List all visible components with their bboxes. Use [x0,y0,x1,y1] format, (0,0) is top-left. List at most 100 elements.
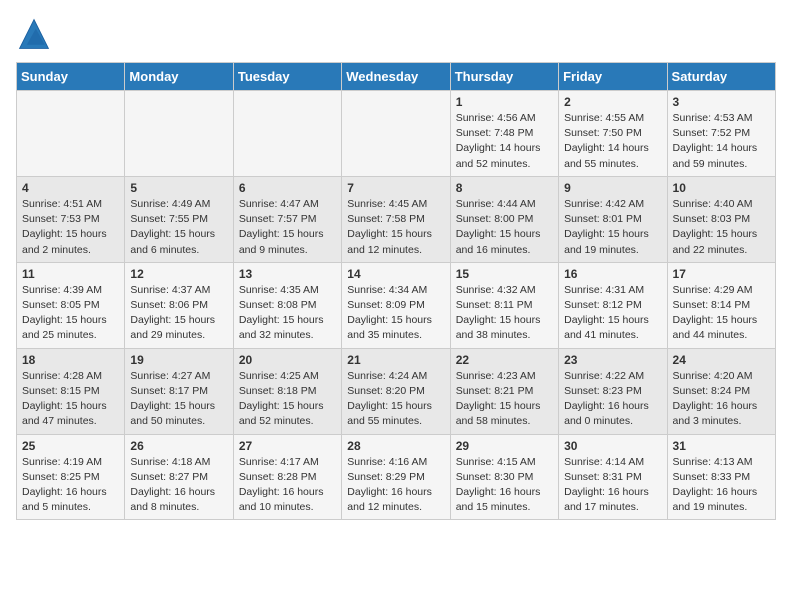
day-info: Sunrise: 4:27 AM Sunset: 8:17 PM Dayligh… [130,369,227,430]
calendar-cell: 22 Sunrise: 4:23 AM Sunset: 8:21 PM Dayli… [450,348,558,434]
logo [16,16,56,52]
calendar-cell: 21Sunrise: 4:24 AM Sunset: 8:20 PM Dayli… [342,348,450,434]
calendar-week-row: 4 Sunrise: 4:51 AM Sunset: 7:53 PM Daylig… [17,176,776,262]
day-info: Sunrise: 4:44 AM Sunset: 8:00 PM Dayligh… [456,197,553,258]
calendar-cell: 19 Sunrise: 4:27 AM Sunset: 8:17 PM Dayli… [125,348,233,434]
day-number: 17 [673,267,770,281]
day-number: 15 [456,267,553,281]
day-info: Sunrise: 4:19 AM Sunset: 8:25 PM Dayligh… [22,455,119,516]
day-info: Sunrise: 4:51 AM Sunset: 7:53 PM Dayligh… [22,197,119,258]
day-info: Sunrise: 4:45 AM Sunset: 7:58 PM Dayligh… [347,197,444,258]
calendar-cell [233,91,341,177]
calendar-cell: 4 Sunrise: 4:51 AM Sunset: 7:53 PM Daylig… [17,176,125,262]
day-info: Sunrise: 4:37 AM Sunset: 8:06 PM Dayligh… [130,283,227,344]
day-number: 10 [673,181,770,195]
calendar-cell: 9Sunrise: 4:42 AM Sunset: 8:01 PM Daylig… [559,176,667,262]
logo-icon [16,16,52,52]
day-header-sunday: Sunday [17,63,125,91]
day-info: Sunrise: 4:15 AM Sunset: 8:30 PM Dayligh… [456,455,553,516]
calendar-week-row: 1Sunrise: 4:56 AM Sunset: 7:48 PM Daylig… [17,91,776,177]
calendar-cell: 26 Sunrise: 4:18 AM Sunset: 8:27 PM Dayli… [125,434,233,520]
day-header-tuesday: Tuesday [233,63,341,91]
day-info: Sunrise: 4:56 AM Sunset: 7:48 PM Dayligh… [456,111,553,172]
day-info: Sunrise: 4:35 AM Sunset: 8:08 PM Dayligh… [239,283,336,344]
day-info: Sunrise: 4:14 AM Sunset: 8:31 PM Dayligh… [564,455,661,516]
day-number: 13 [239,267,336,281]
calendar-cell [342,91,450,177]
day-number: 22 [456,353,553,367]
day-number: 5 [130,181,227,195]
day-number: 14 [347,267,444,281]
calendar-cell: 10 Sunrise: 4:40 AM Sunset: 8:03 PM Dayli… [667,176,775,262]
day-number: 8 [456,181,553,195]
day-info: Sunrise: 4:47 AM Sunset: 7:57 PM Dayligh… [239,197,336,258]
day-info: Sunrise: 4:13 AM Sunset: 8:33 PM Dayligh… [673,455,770,516]
calendar-cell: 20Sunrise: 4:25 AM Sunset: 8:18 PM Dayli… [233,348,341,434]
calendar-cell: 23 Sunrise: 4:22 AM Sunset: 8:23 PM Dayli… [559,348,667,434]
day-number: 29 [456,439,553,453]
day-number: 25 [22,439,119,453]
day-info: Sunrise: 4:49 AM Sunset: 7:55 PM Dayligh… [130,197,227,258]
calendar-week-row: 11 Sunrise: 4:39 AM Sunset: 8:05 PM Dayli… [17,262,776,348]
day-header-thursday: Thursday [450,63,558,91]
calendar-cell: 27 Sunrise: 4:17 AM Sunset: 8:28 PM Dayli… [233,434,341,520]
calendar-cell: 17 Sunrise: 4:29 AM Sunset: 8:14 PM Dayli… [667,262,775,348]
calendar-table: SundayMondayTuesdayWednesdayThursdayFrid… [16,62,776,520]
calendar-cell: 30 Sunrise: 4:14 AM Sunset: 8:31 PM Dayli… [559,434,667,520]
calendar-cell: 15Sunrise: 4:32 AM Sunset: 8:11 PM Dayli… [450,262,558,348]
calendar-cell: 8 Sunrise: 4:44 AM Sunset: 8:00 PM Daylig… [450,176,558,262]
calendar-cell: 7 Sunrise: 4:45 AM Sunset: 7:58 PM Daylig… [342,176,450,262]
day-info: Sunrise: 4:29 AM Sunset: 8:14 PM Dayligh… [673,283,770,344]
day-number: 26 [130,439,227,453]
calendar-cell: 2 Sunrise: 4:55 AM Sunset: 7:50 PM Daylig… [559,91,667,177]
calendar-cell: 25 Sunrise: 4:19 AM Sunset: 8:25 PM Dayli… [17,434,125,520]
calendar-cell [17,91,125,177]
day-number: 4 [22,181,119,195]
day-info: Sunrise: 4:55 AM Sunset: 7:50 PM Dayligh… [564,111,661,172]
calendar-cell: 29 Sunrise: 4:15 AM Sunset: 8:30 PM Dayli… [450,434,558,520]
calendar-cell [125,91,233,177]
day-info: Sunrise: 4:42 AM Sunset: 8:01 PM Dayligh… [564,197,661,258]
day-info: Sunrise: 4:23 AM Sunset: 8:21 PM Dayligh… [456,369,553,430]
calendar-week-row: 18 Sunrise: 4:28 AM Sunset: 8:15 PM Dayli… [17,348,776,434]
calendar-cell: 24 Sunrise: 4:20 AM Sunset: 8:24 PM Dayli… [667,348,775,434]
day-number: 28 [347,439,444,453]
calendar-cell: 1Sunrise: 4:56 AM Sunset: 7:48 PM Daylig… [450,91,558,177]
day-number: 30 [564,439,661,453]
day-number: 24 [673,353,770,367]
calendar-week-row: 25 Sunrise: 4:19 AM Sunset: 8:25 PM Dayli… [17,434,776,520]
day-number: 18 [22,353,119,367]
day-number: 23 [564,353,661,367]
day-info: Sunrise: 4:16 AM Sunset: 8:29 PM Dayligh… [347,455,444,516]
day-info: Sunrise: 4:34 AM Sunset: 8:09 PM Dayligh… [347,283,444,344]
day-info: Sunrise: 4:18 AM Sunset: 8:27 PM Dayligh… [130,455,227,516]
page-header [16,16,776,52]
day-info: Sunrise: 4:28 AM Sunset: 8:15 PM Dayligh… [22,369,119,430]
calendar-cell: 5 Sunrise: 4:49 AM Sunset: 7:55 PM Daylig… [125,176,233,262]
calendar-cell: 14 Sunrise: 4:34 AM Sunset: 8:09 PM Dayli… [342,262,450,348]
day-header-monday: Monday [125,63,233,91]
day-info: Sunrise: 4:39 AM Sunset: 8:05 PM Dayligh… [22,283,119,344]
calendar-header-row: SundayMondayTuesdayWednesdayThursdayFrid… [17,63,776,91]
day-header-friday: Friday [559,63,667,91]
day-info: Sunrise: 4:25 AM Sunset: 8:18 PM Dayligh… [239,369,336,430]
day-number: 27 [239,439,336,453]
day-header-wednesday: Wednesday [342,63,450,91]
day-number: 7 [347,181,444,195]
day-info: Sunrise: 4:17 AM Sunset: 8:28 PM Dayligh… [239,455,336,516]
day-number: 11 [22,267,119,281]
day-info: Sunrise: 4:22 AM Sunset: 8:23 PM Dayligh… [564,369,661,430]
calendar-cell: 3Sunrise: 4:53 AM Sunset: 7:52 PM Daylig… [667,91,775,177]
day-info: Sunrise: 4:20 AM Sunset: 8:24 PM Dayligh… [673,369,770,430]
day-number: 31 [673,439,770,453]
day-number: 2 [564,95,661,109]
calendar-cell: 13 Sunrise: 4:35 AM Sunset: 8:08 PM Dayli… [233,262,341,348]
day-info: Sunrise: 4:31 AM Sunset: 8:12 PM Dayligh… [564,283,661,344]
calendar-cell: 31 Sunrise: 4:13 AM Sunset: 8:33 PM Dayli… [667,434,775,520]
calendar-cell: 18 Sunrise: 4:28 AM Sunset: 8:15 PM Dayli… [17,348,125,434]
day-info: Sunrise: 4:40 AM Sunset: 8:03 PM Dayligh… [673,197,770,258]
day-info: Sunrise: 4:53 AM Sunset: 7:52 PM Dayligh… [673,111,770,172]
calendar-cell: 11 Sunrise: 4:39 AM Sunset: 8:05 PM Dayli… [17,262,125,348]
calendar-cell: 12Sunrise: 4:37 AM Sunset: 8:06 PM Dayli… [125,262,233,348]
day-number: 19 [130,353,227,367]
